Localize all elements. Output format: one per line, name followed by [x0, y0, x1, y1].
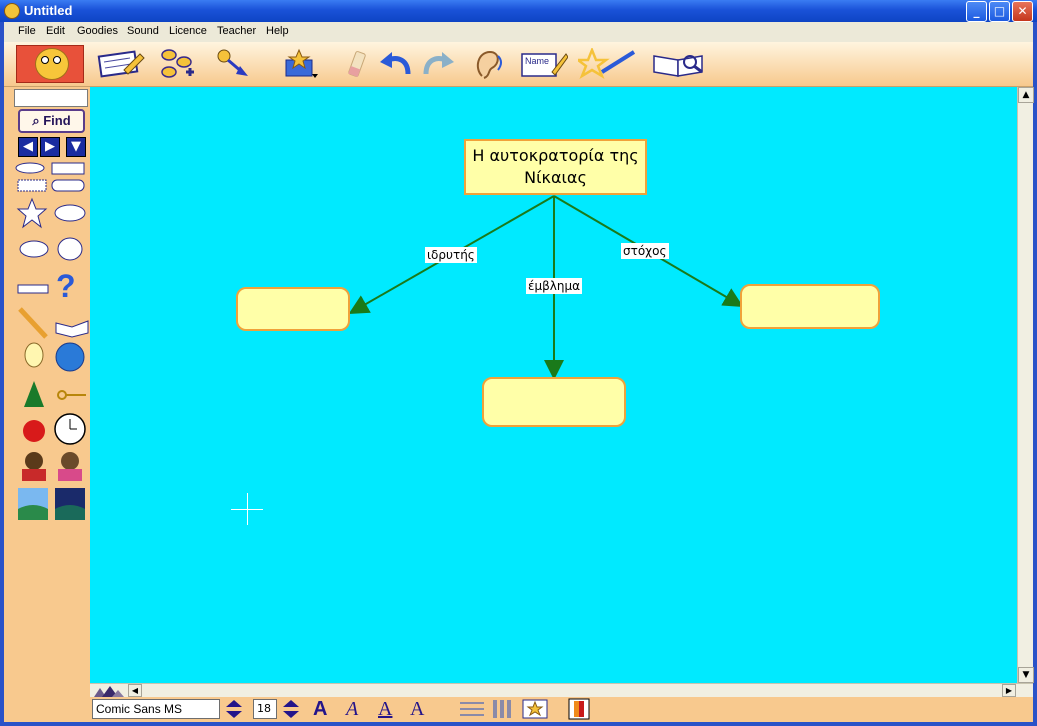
- minimize-button[interactable]: _: [966, 1, 987, 22]
- text-box-icon[interactable]: [17, 179, 47, 192]
- boy-icon[interactable]: [25, 452, 43, 470]
- light-bulb-icon[interactable]: [24, 342, 44, 368]
- font-size-field[interactable]: 18: [253, 699, 277, 719]
- underline-icon[interactable]: A: [378, 698, 392, 720]
- arrow-right-icon[interactable]: ▶: [40, 137, 60, 157]
- oval-shape-icon[interactable]: [15, 162, 45, 174]
- symbol-palette: ?: [15, 162, 89, 481]
- find-button[interactable]: ⌕ Find: [18, 109, 85, 133]
- link-label-right[interactable]: στόχος: [621, 243, 669, 259]
- line-spacing-icon[interactable]: [460, 700, 484, 718]
- pencil-icon[interactable]: [18, 307, 48, 339]
- paintbrush-icon[interactable]: [578, 48, 638, 80]
- link-label-left[interactable]: ιδρυτής: [425, 247, 477, 263]
- svg-text:Name: Name: [525, 56, 549, 66]
- menu-sound[interactable]: Sound: [127, 25, 159, 37]
- horizontal-scrollbar[interactable]: ◀ ▶: [90, 683, 1033, 697]
- zoom-mountains-icon[interactable]: [94, 685, 124, 697]
- reading-book-icon[interactable]: [650, 48, 710, 80]
- rounded-rectangle-icon[interactable]: [51, 179, 85, 192]
- rapid-create-icon[interactable]: [160, 48, 196, 80]
- menu-bar: File Edit Goodies Sound Licence Teacher …: [4, 22, 1033, 42]
- main-toolbar: Name: [4, 42, 1033, 87]
- speech-bubble-icon[interactable]: [19, 240, 49, 258]
- child-node-left[interactable]: [236, 287, 350, 331]
- banner-icon[interactable]: [17, 284, 49, 294]
- child-node-right[interactable]: [740, 284, 880, 329]
- scroll-up-icon[interactable]: ▲: [1018, 87, 1034, 103]
- magnifier-icon: ⌕: [32, 113, 40, 128]
- crosshair-cursor-h: [231, 509, 263, 510]
- rectangle-shape-icon[interactable]: [51, 162, 85, 175]
- fill-color-icon[interactable]: [568, 698, 590, 720]
- cloud-shape-icon[interactable]: [54, 204, 86, 222]
- scene-icons: [18, 488, 85, 520]
- note-pad-icon[interactable]: [94, 48, 146, 80]
- thought-bubble-icon[interactable]: [57, 237, 83, 261]
- font-name-field[interactable]: Comic Sans MS: [92, 699, 220, 719]
- title-bar: Untitled _ □ ✕: [0, 0, 1037, 22]
- text-color-icon[interactable]: A: [410, 698, 424, 720]
- symbol-box-icon[interactable]: [282, 48, 318, 80]
- name-tag-icon[interactable]: Name: [520, 48, 568, 80]
- ear-icon[interactable]: [470, 48, 506, 80]
- app-icon[interactable]: [4, 3, 20, 19]
- font-stepper-icon[interactable]: [224, 699, 244, 719]
- menu-licence[interactable]: Licence: [169, 25, 207, 37]
- key-icon[interactable]: [57, 390, 67, 400]
- arrow-left-icon[interactable]: ◀: [18, 137, 38, 157]
- bold-icon[interactable]: A: [313, 698, 327, 720]
- arrow-down-icon[interactable]: ▼: [66, 137, 86, 157]
- mascot-icon[interactable]: [16, 45, 84, 83]
- link-icon[interactable]: [216, 48, 252, 80]
- symbol-search-input[interactable]: [14, 89, 88, 107]
- question-mark-icon[interactable]: ?: [56, 268, 76, 304]
- scroll-down-icon[interactable]: ▼: [1018, 667, 1034, 683]
- vertical-scrollbar[interactable]: ▲ ▼: [1017, 87, 1034, 683]
- menu-edit[interactable]: Edit: [46, 25, 65, 37]
- main-node[interactable]: Η αυτοκρατορία της Νίκαιας: [464, 139, 647, 195]
- menu-teacher[interactable]: Teacher: [217, 25, 256, 37]
- menu-file[interactable]: File: [18, 25, 36, 37]
- undo-icon[interactable]: [378, 48, 414, 80]
- globe-icon[interactable]: [55, 342, 85, 372]
- main-node-label: Η αυτοκρατορία της Νίκαιας: [472, 146, 639, 187]
- menu-goodies[interactable]: Goodies: [77, 25, 118, 37]
- app-window: Untitled _ □ ✕ File Edit Goodies Sound L…: [0, 0, 1037, 726]
- symbol-panel: ⌕ Find ◀ ▶ ▼ ?: [4, 87, 90, 722]
- link-label-middle[interactable]: έμβλημα: [526, 278, 583, 294]
- scroll-left-icon[interactable]: ◀: [128, 684, 142, 697]
- find-label: Find: [43, 113, 71, 128]
- close-button[interactable]: ✕: [1012, 1, 1033, 22]
- apple-icon[interactable]: [23, 420, 45, 442]
- symbol-picture-icon[interactable]: [522, 699, 548, 719]
- redo-icon[interactable]: [420, 48, 456, 80]
- open-book-icon[interactable]: [55, 320, 89, 338]
- format-toolbar: Comic Sans MS 18 A A A A: [4, 697, 1033, 722]
- eraser-icon[interactable]: [340, 48, 376, 80]
- window-title: Untitled: [24, 3, 73, 18]
- maximize-button[interactable]: □: [989, 1, 1010, 22]
- columns-icon[interactable]: [492, 700, 514, 718]
- girl-icon[interactable]: [61, 452, 79, 470]
- scroll-right-icon[interactable]: ▶: [1002, 684, 1016, 697]
- italic-icon[interactable]: A: [346, 698, 358, 720]
- child-node-middle[interactable]: [482, 377, 626, 427]
- tree-icon[interactable]: [24, 381, 44, 407]
- menu-help[interactable]: Help: [266, 25, 289, 37]
- star-shape-icon[interactable]: [16, 197, 48, 229]
- size-stepper-icon[interactable]: [281, 699, 301, 719]
